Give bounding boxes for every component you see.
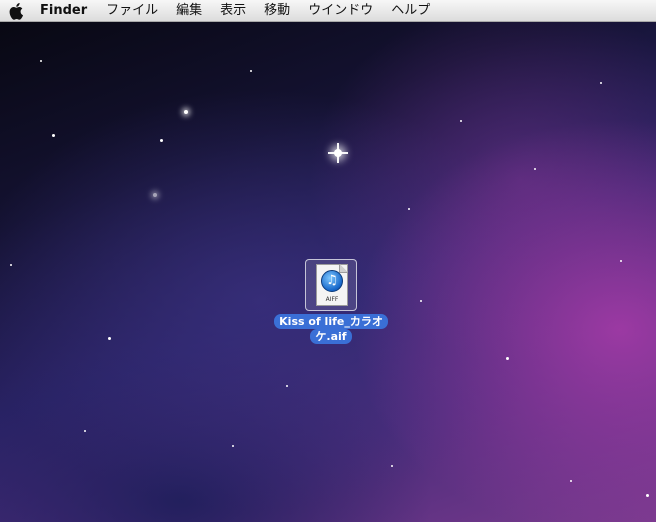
file-name-text: Kiss of life_カラオケ.aif <box>274 314 388 344</box>
star <box>620 260 622 262</box>
star <box>184 110 188 114</box>
star <box>108 337 111 340</box>
apple-logo-icon <box>9 2 23 20</box>
star <box>40 60 42 62</box>
star <box>160 139 163 142</box>
star <box>10 264 12 266</box>
aiff-music-file-icon[interactable]: ♫ AIFF <box>305 259 357 311</box>
star <box>250 70 252 72</box>
menu-window[interactable]: ウインドウ <box>299 0 382 21</box>
star <box>420 300 422 302</box>
bright-star <box>328 143 348 163</box>
page-fold <box>339 264 348 273</box>
file-name-label[interactable]: Kiss of life_カラオケ.aif <box>268 314 394 344</box>
star <box>232 445 234 447</box>
file-type-label: AIFF <box>325 296 339 303</box>
document-page: ♫ AIFF <box>316 264 348 306</box>
menu-view[interactable]: 表示 <box>211 0 255 21</box>
star <box>391 465 393 467</box>
music-note-icon: ♫ <box>321 270 343 292</box>
star <box>570 480 572 482</box>
star <box>84 430 86 432</box>
apple-menu-icon[interactable] <box>0 0 34 21</box>
star <box>534 168 536 170</box>
star <box>153 193 157 197</box>
star <box>52 134 55 137</box>
star <box>408 208 410 210</box>
menu-help[interactable]: ヘルプ <box>382 0 439 21</box>
menu-go[interactable]: 移動 <box>255 0 299 21</box>
menu-bar: Finder ファイル 編集 表示 移動 ウインドウ ヘルプ <box>0 0 656 22</box>
star <box>460 120 462 122</box>
star <box>286 385 288 387</box>
menu-edit[interactable]: 編集 <box>167 0 211 21</box>
star <box>600 82 602 84</box>
star <box>646 494 649 497</box>
star <box>506 357 509 360</box>
menu-file[interactable]: ファイル <box>97 0 167 21</box>
menu-finder[interactable]: Finder <box>34 0 97 21</box>
